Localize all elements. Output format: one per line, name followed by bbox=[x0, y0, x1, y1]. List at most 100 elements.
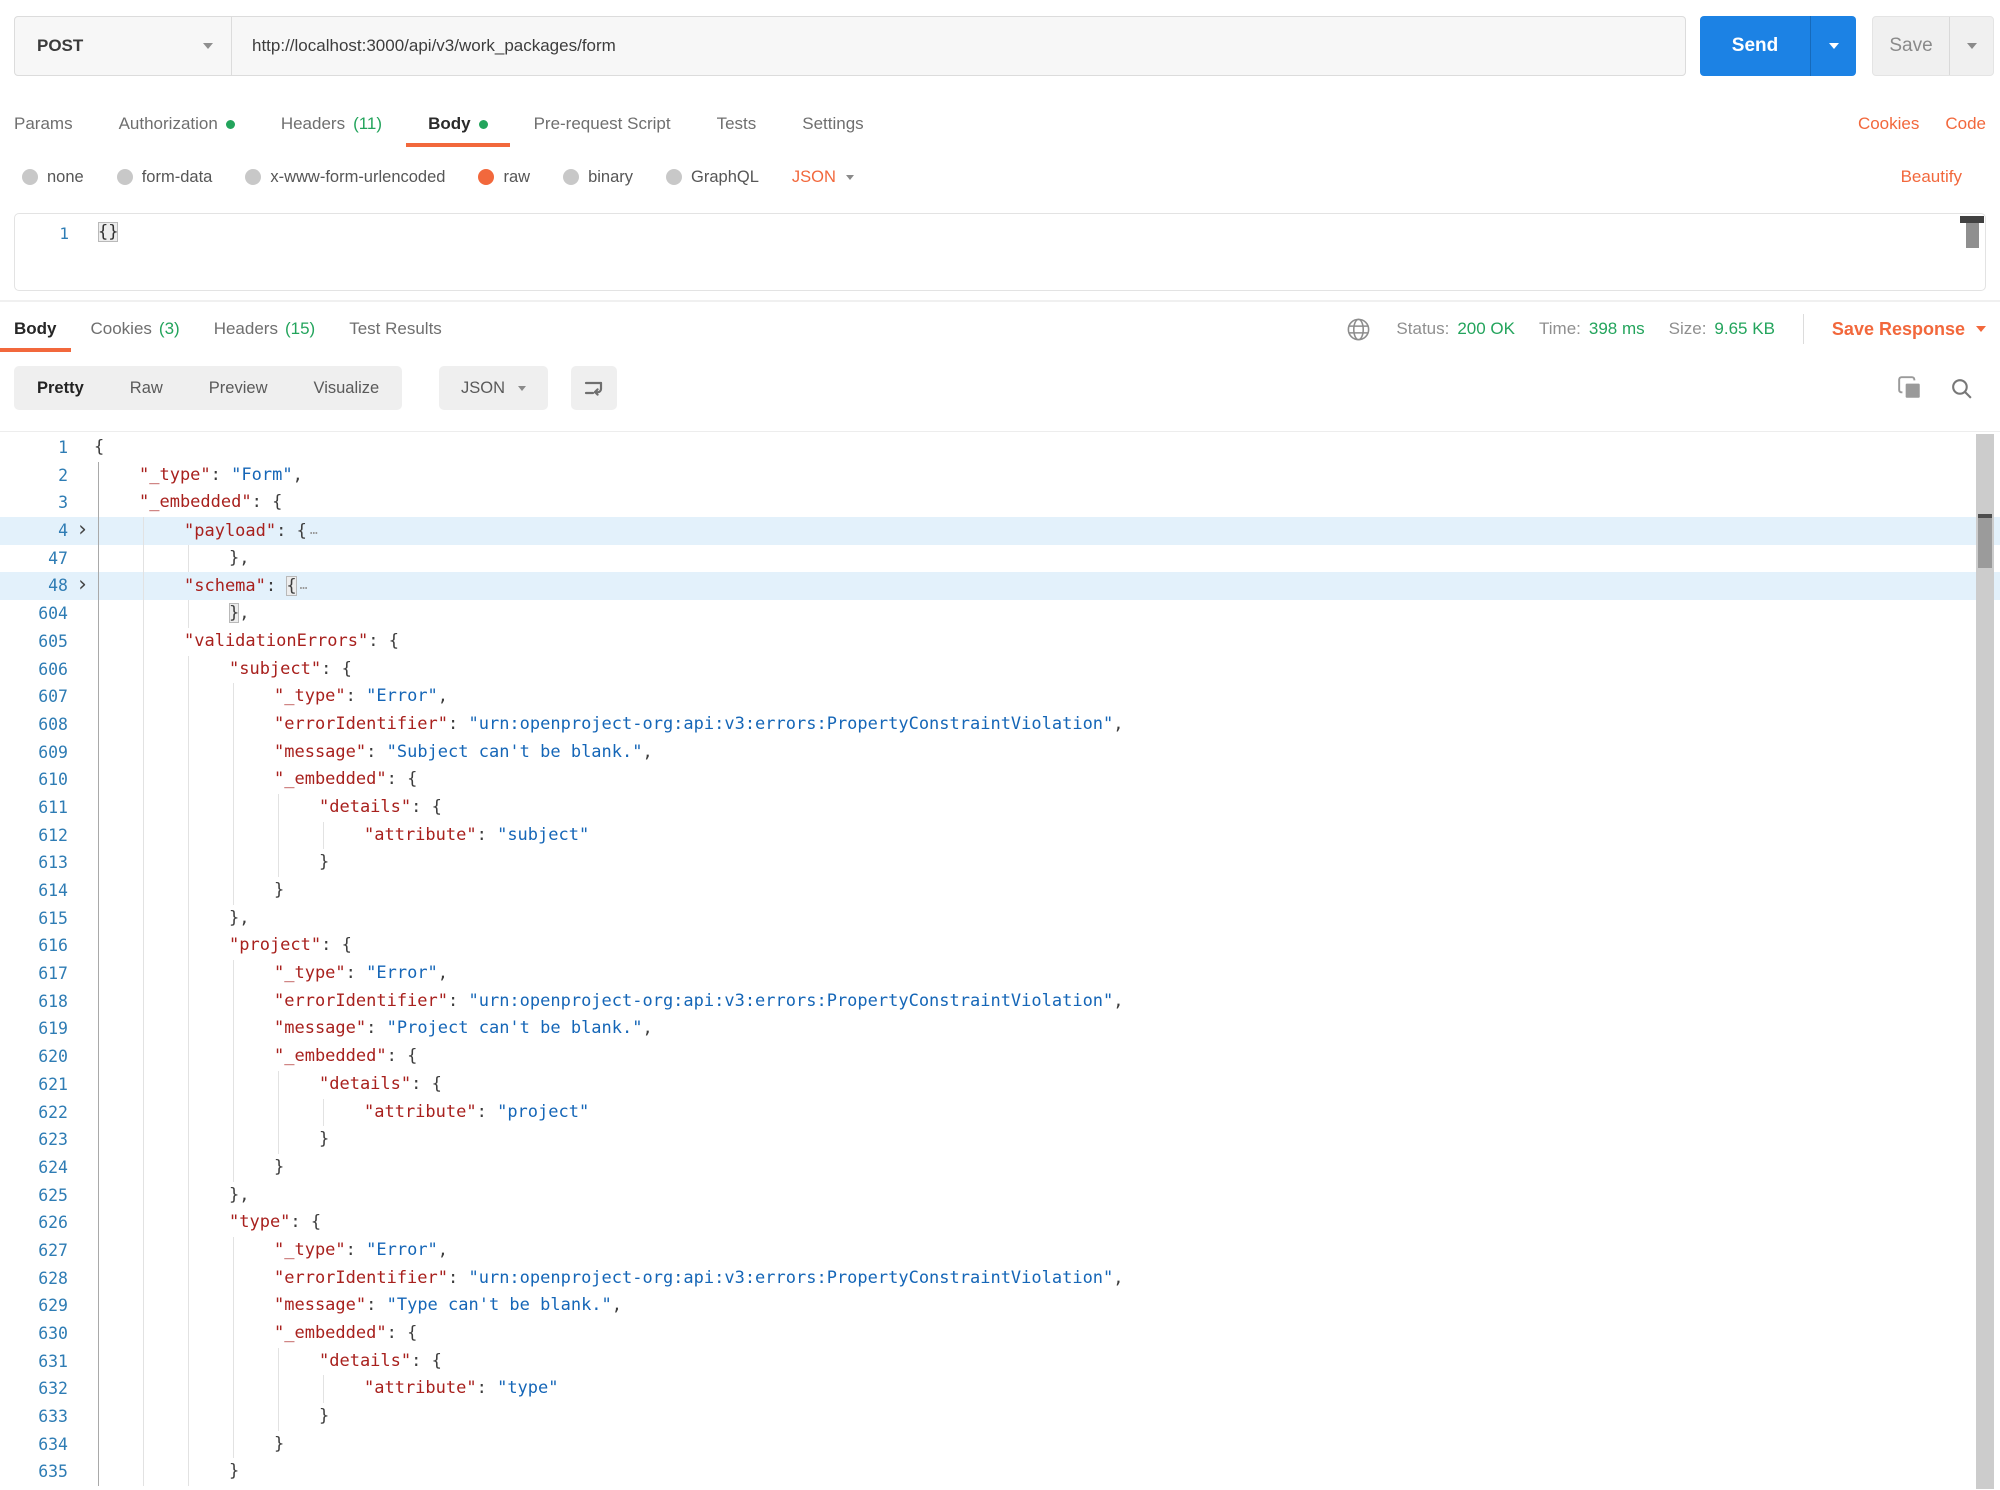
wrap-text-button[interactable] bbox=[571, 366, 617, 410]
request-body-editor[interactable]: 1 {} bbox=[14, 213, 1986, 291]
chevron-down-icon bbox=[846, 175, 854, 180]
chevron-down-icon bbox=[1967, 43, 1977, 49]
size-label: Size: bbox=[1669, 319, 1707, 339]
indent-guide bbox=[143, 1403, 144, 1431]
line-number: 619 bbox=[0, 1015, 68, 1043]
copy-icon[interactable] bbox=[1897, 375, 1923, 401]
code-line-620: 620"_embedded": { bbox=[0, 1043, 2000, 1071]
indent-guide bbox=[278, 849, 279, 877]
line-number: 608 bbox=[0, 711, 68, 739]
tab-body[interactable]: Body bbox=[428, 99, 488, 149]
editor-scrollbar-thumb[interactable] bbox=[1966, 223, 1979, 248]
body-type-form-data[interactable]: form-data bbox=[117, 168, 213, 187]
code-line-615: 615}, bbox=[0, 905, 2000, 933]
response-tab-cookies[interactable]: Cookies(3) bbox=[91, 306, 180, 352]
tab-params[interactable]: Params bbox=[14, 99, 73, 149]
url-input[interactable]: http://localhost:3000/api/v3/work_packag… bbox=[232, 17, 1685, 75]
scrollbar-thumb[interactable] bbox=[1978, 514, 1992, 568]
code-text: } bbox=[0, 877, 2000, 905]
send-button[interactable]: Send bbox=[1700, 16, 1856, 76]
code-text: "_embedded": { bbox=[0, 489, 2000, 517]
tab-tests[interactable]: Tests bbox=[717, 99, 757, 149]
code-line-3: 3"_embedded": { bbox=[0, 489, 2000, 517]
body-type-none[interactable]: none bbox=[22, 168, 84, 187]
beautify-link[interactable]: Beautify bbox=[1901, 167, 1962, 187]
save-response-button[interactable]: Save Response bbox=[1832, 319, 1986, 340]
view-preview[interactable]: Preview bbox=[186, 366, 291, 410]
code-text: "payload": {… bbox=[0, 517, 2000, 546]
indent-guide bbox=[143, 1458, 144, 1486]
response-language-select[interactable]: JSON bbox=[439, 366, 548, 410]
indent-guide bbox=[98, 794, 99, 822]
save-button[interactable]: Save bbox=[1872, 16, 1994, 76]
body-language-select[interactable]: JSON bbox=[792, 168, 854, 187]
tab-headers[interactable]: Headers(11) bbox=[281, 99, 382, 149]
tab-pre-request-script[interactable]: Pre-request Script bbox=[534, 99, 671, 149]
indent-guide bbox=[233, 1431, 234, 1459]
line-number: 622 bbox=[0, 1099, 68, 1127]
indent-guide bbox=[233, 1015, 234, 1043]
line-number: 614 bbox=[0, 877, 68, 905]
save-options-button[interactable] bbox=[1949, 17, 1993, 75]
line-number: 617 bbox=[0, 960, 68, 988]
response-tab-body[interactable]: Body bbox=[14, 306, 57, 352]
body-type-x-www-form-urlencoded[interactable]: x-www-form-urlencoded bbox=[245, 168, 445, 187]
indent-guide bbox=[278, 1071, 279, 1099]
response-tab-headers[interactable]: Headers(15) bbox=[214, 306, 316, 352]
tab-label: Cookies bbox=[91, 319, 152, 339]
indent-guide bbox=[188, 1292, 189, 1320]
cookies-link[interactable]: Cookies bbox=[1858, 114, 1919, 134]
indent-guide bbox=[233, 1154, 234, 1182]
indent-guide bbox=[98, 1043, 99, 1071]
line-number: 615 bbox=[0, 905, 68, 933]
indent-guide bbox=[188, 600, 189, 628]
line-number: 627 bbox=[0, 1237, 68, 1265]
body-type-raw[interactable]: raw bbox=[478, 168, 530, 187]
view-raw[interactable]: Raw bbox=[107, 366, 186, 410]
response-tab-test-results[interactable]: Test Results bbox=[349, 306, 442, 352]
search-icon[interactable] bbox=[1949, 376, 1974, 401]
send-options-button[interactable] bbox=[1810, 16, 1856, 76]
indent-guide bbox=[233, 1375, 234, 1403]
indent-guide bbox=[188, 822, 189, 850]
indent-guide bbox=[233, 1043, 234, 1071]
indent-guide bbox=[98, 822, 99, 850]
editor-scrollbar-cap bbox=[1960, 216, 1984, 223]
wrap-text-icon bbox=[582, 376, 606, 400]
line-number: 624 bbox=[0, 1154, 68, 1182]
code-link[interactable]: Code bbox=[1945, 114, 1986, 134]
view-visualize[interactable]: Visualize bbox=[290, 366, 402, 410]
code-text: } bbox=[0, 1154, 2000, 1182]
code-text: "type": { bbox=[0, 1209, 2000, 1237]
line-number: 632 bbox=[0, 1375, 68, 1403]
request-tabs: Params Authorization Headers(11) Body Pre-re… bbox=[14, 99, 1986, 149]
indent-guide bbox=[143, 1320, 144, 1348]
indent-guide bbox=[98, 905, 99, 933]
fold-chevron-icon[interactable]: › bbox=[76, 571, 89, 599]
scrollbar-track[interactable] bbox=[1976, 434, 1994, 1489]
code-text: "attribute": "type" bbox=[0, 1375, 2000, 1403]
radio-label: raw bbox=[503, 168, 530, 187]
tab-authorization[interactable]: Authorization bbox=[119, 99, 235, 149]
body-type-binary[interactable]: binary bbox=[563, 168, 633, 187]
line-number: 611 bbox=[0, 794, 68, 822]
tab-settings[interactable]: Settings bbox=[802, 99, 863, 149]
indent-guide bbox=[233, 1348, 234, 1376]
indent-guide bbox=[233, 849, 234, 877]
view-pretty[interactable]: Pretty bbox=[14, 366, 107, 410]
tab-label: Authorization bbox=[119, 114, 218, 134]
method-select[interactable]: POST bbox=[15, 17, 232, 75]
code-text: "message": "Subject can't be blank.", bbox=[0, 739, 2000, 767]
fold-chevron-icon[interactable]: › bbox=[76, 516, 89, 544]
line-number: 604 bbox=[0, 600, 68, 628]
code-text: } bbox=[0, 849, 2000, 877]
indent-guide bbox=[278, 1375, 279, 1403]
green-dot-icon bbox=[479, 120, 488, 129]
code-line-609: 609"message": "Subject can't be blank.", bbox=[0, 739, 2000, 767]
code-text: } bbox=[0, 1458, 2000, 1486]
code-line-47: 47}, bbox=[0, 545, 2000, 573]
tab-label: Tests bbox=[717, 114, 757, 134]
tab-label: Body bbox=[14, 319, 57, 339]
tab-label: Pre-request Script bbox=[534, 114, 671, 134]
body-type-graphql[interactable]: GraphQL bbox=[666, 168, 759, 187]
